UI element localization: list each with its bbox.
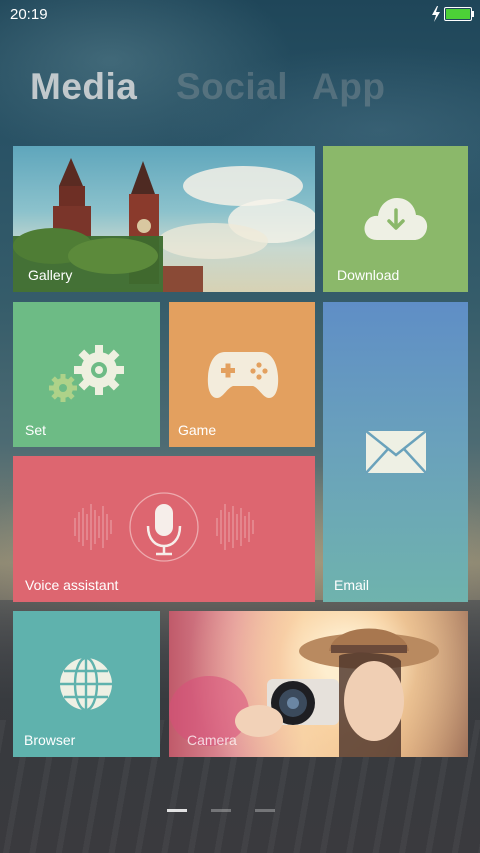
voice-assistant-tile[interactable]: Voice assistant bbox=[13, 456, 315, 602]
gears-icon bbox=[49, 345, 124, 402]
browser-tile[interactable]: Browser bbox=[13, 611, 160, 757]
email-tile[interactable]: Email bbox=[323, 302, 468, 602]
page-dot-3[interactable] bbox=[255, 809, 275, 812]
gamepad-icon bbox=[207, 352, 279, 398]
page-dot-2[interactable] bbox=[211, 809, 231, 812]
charging-icon bbox=[432, 6, 440, 22]
envelope-icon bbox=[365, 430, 427, 474]
cloud-download-icon bbox=[364, 198, 428, 240]
tab-media[interactable]: Media bbox=[30, 66, 137, 108]
camera-tile[interactable]: Camera bbox=[169, 611, 468, 757]
browser-label: Browser bbox=[24, 732, 76, 748]
tab-app[interactable]: App bbox=[312, 66, 385, 108]
status-bar: 20:19 bbox=[0, 0, 480, 28]
set-label: Set bbox=[25, 422, 47, 438]
page-indicator bbox=[167, 809, 277, 813]
email-label: Email bbox=[334, 577, 370, 593]
globe-icon bbox=[60, 656, 112, 712]
tab-social[interactable]: Social bbox=[176, 66, 288, 108]
camera-label: Camera bbox=[187, 732, 237, 748]
voice-assistant-label: Voice assistant bbox=[25, 577, 119, 593]
game-tile[interactable]: Game bbox=[169, 302, 315, 447]
gallery-label: Gallery bbox=[28, 267, 73, 283]
download-tile[interactable]: Download bbox=[323, 146, 468, 292]
status-time: 20:19 bbox=[10, 6, 48, 23]
download-label: Download bbox=[337, 267, 400, 283]
battery-icon bbox=[444, 7, 474, 21]
gallery-tile[interactable]: Gallery bbox=[13, 146, 315, 292]
page-dot-1[interactable] bbox=[167, 809, 187, 812]
set-tile[interactable]: Set bbox=[13, 302, 160, 447]
game-label: Game bbox=[178, 422, 217, 438]
